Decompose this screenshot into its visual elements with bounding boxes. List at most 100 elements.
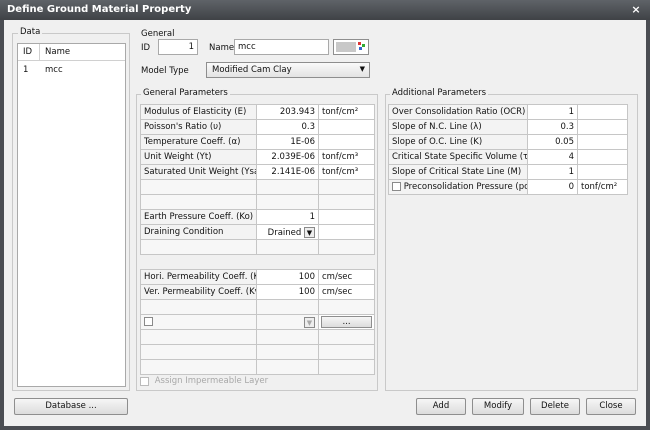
table-row: Earth Pressure Coeff. (Ko) 1: [140, 209, 375, 225]
general-parameters-table: Modulus of Elasticity (E) 203.943 tonf/c…: [140, 104, 375, 255]
model-type-value: Modified Cam Clay: [212, 65, 292, 75]
param-unit: [577, 134, 628, 150]
param-label: Saturated Unit Weight (Ysat): [140, 164, 257, 180]
param-label: Ver. Permeability Coeff. (Kv): [140, 284, 257, 300]
id-field[interactable]: 1: [158, 39, 198, 55]
table-row: Poisson's Ratio (υ) 0.3: [140, 119, 375, 135]
additional-parameters-label: Additional Parameters: [390, 88, 489, 98]
disabled-row: [140, 329, 375, 345]
disabled-checkbox[interactable]: [144, 317, 153, 326]
data-list-header: ID Name: [18, 44, 125, 61]
param-value[interactable]: 2.039E-06: [256, 149, 319, 165]
preconsolidation-value[interactable]: 0: [527, 179, 578, 195]
param-unit: [577, 149, 628, 165]
param-label: Temperature Coeff. (α): [140, 134, 257, 150]
table-row: Modulus of Elasticity (E) 203.943 tonf/c…: [140, 104, 375, 120]
disabled-row: [140, 194, 375, 210]
id-label: ID: [141, 43, 151, 53]
disabled-row: [140, 359, 375, 375]
checkbox[interactable]: [140, 376, 149, 386]
param-label: Poisson's Ratio (υ): [140, 119, 257, 135]
param-value[interactable]: 4: [527, 149, 578, 165]
param-unit: [577, 164, 628, 180]
data-list[interactable]: ID Name 1 mcc: [17, 43, 126, 387]
param-unit: tonf/cm²: [318, 104, 375, 120]
table-row: Slope of N.C. Line (λ) 0.3: [388, 119, 628, 135]
assign-impermeable-label: Assign Impermeable Layer: [154, 376, 269, 386]
table-row: Temperature Coeff. (α) 1E-06: [140, 134, 375, 150]
modify-button[interactable]: Modify: [472, 398, 524, 415]
param-unit: tonf/cm³: [318, 164, 375, 180]
data-group-label: Data: [18, 27, 43, 37]
browse-button[interactable]: ...: [321, 316, 372, 328]
table-row: Unit Weight (Yt) 2.039E-06 tonf/cm³: [140, 149, 375, 165]
ko-label: Earth Pressure Coeff. (Ko): [140, 209, 257, 225]
add-button[interactable]: Add: [416, 398, 466, 415]
chevron-down-icon[interactable]: ▼: [304, 316, 315, 328]
close-icon[interactable]: ×: [630, 0, 642, 20]
id-column-header[interactable]: ID: [23, 47, 32, 57]
param-value[interactable]: 203.943: [256, 104, 319, 120]
disabled-row: [140, 179, 375, 195]
preconsolidation-label: Preconsolidation Pressure (pc): [403, 181, 528, 192]
preconsolidation-checkbox[interactable]: [392, 182, 401, 192]
database-button[interactable]: Database ...: [14, 398, 128, 415]
table-row: Hori. Permeability Coeff. (Kh) 100 cm/se…: [140, 269, 375, 285]
param-unit: [577, 104, 628, 120]
table-row: Slope of O.C. Line (K) 0.05: [388, 134, 628, 150]
color-picker-button[interactable]: [333, 39, 369, 55]
table-row: Ver. Permeability Coeff. (Kv) 100 cm/sec: [140, 284, 375, 300]
general-parameters-label: General Parameters: [141, 88, 230, 98]
dialog-title: Define Ground Material Property: [7, 4, 192, 15]
palette-icon: [358, 42, 366, 52]
model-type-label: Model Type: [141, 66, 189, 76]
table-row: Saturated Unit Weight (Ysat) 2.141E-06 t…: [140, 164, 375, 180]
param-value[interactable]: 100: [256, 284, 319, 300]
chevron-down-icon: ▼: [359, 65, 365, 73]
param-unit: tonf/cm³: [318, 149, 375, 165]
list-item-id: 1: [23, 65, 29, 75]
param-value[interactable]: 0.05: [527, 134, 578, 150]
delete-button[interactable]: Delete: [530, 398, 580, 415]
dialog-client-area: Data ID Name 1 mcc General ID 1 Name mcc: [4, 20, 646, 426]
param-label: Slope of Critical State Line (M): [388, 164, 528, 180]
close-button[interactable]: Close: [586, 398, 636, 415]
param-unit: cm/sec: [318, 269, 375, 285]
table-row: Draining Condition Drained ▼: [140, 224, 375, 240]
param-value[interactable]: 1: [527, 164, 578, 180]
list-item[interactable]: 1 mcc: [18, 63, 125, 78]
table-row: Over Consolidation Ratio (OCR) 1: [388, 104, 628, 120]
param-unit: [318, 134, 375, 150]
table-row: Critical State Specific Volume (τ) 4: [388, 149, 628, 165]
param-value[interactable]: 100: [256, 269, 319, 285]
ko-value[interactable]: 1: [256, 209, 319, 225]
disabled-row: [140, 344, 375, 360]
draining-label: Draining Condition: [140, 224, 257, 240]
name-label: Name: [209, 43, 235, 53]
chevron-down-icon[interactable]: ▼: [304, 226, 315, 238]
param-unit: [318, 119, 375, 135]
list-item-name: mcc: [45, 65, 63, 75]
param-value[interactable]: 1: [527, 104, 578, 120]
param-value[interactable]: 1E-06: [256, 134, 319, 150]
draining-condition-select[interactable]: Drained ▼: [256, 224, 319, 240]
draining-value: Drained: [267, 227, 302, 238]
param-value[interactable]: 0.3: [527, 119, 578, 135]
table-row: ▼ ...: [140, 314, 375, 330]
model-type-select[interactable]: Modified Cam Clay ▼: [206, 62, 370, 78]
disabled-row: [140, 299, 375, 315]
preconsolidation-unit: tonf/cm²: [577, 179, 628, 195]
table-row: Preconsolidation Pressure (pc) 0 tonf/cm…: [388, 179, 628, 195]
param-value[interactable]: 2.141E-06: [256, 164, 319, 180]
param-value[interactable]: 0.3: [256, 119, 319, 135]
name-field[interactable]: mcc: [234, 39, 329, 55]
general-group-label: General: [141, 29, 175, 39]
param-label: Unit Weight (Yt): [140, 149, 257, 165]
name-column-header[interactable]: Name: [45, 47, 70, 57]
param-label: Critical State Specific Volume (τ): [388, 149, 528, 165]
param-label: Slope of O.C. Line (K): [388, 134, 528, 150]
assign-impermeable-checkbox[interactable]: Assign Impermeable Layer: [140, 376, 268, 387]
dialog-window: Define Ground Material Property × Data I…: [0, 0, 650, 430]
param-unit: cm/sec: [318, 284, 375, 300]
disabled-row: [140, 239, 375, 255]
